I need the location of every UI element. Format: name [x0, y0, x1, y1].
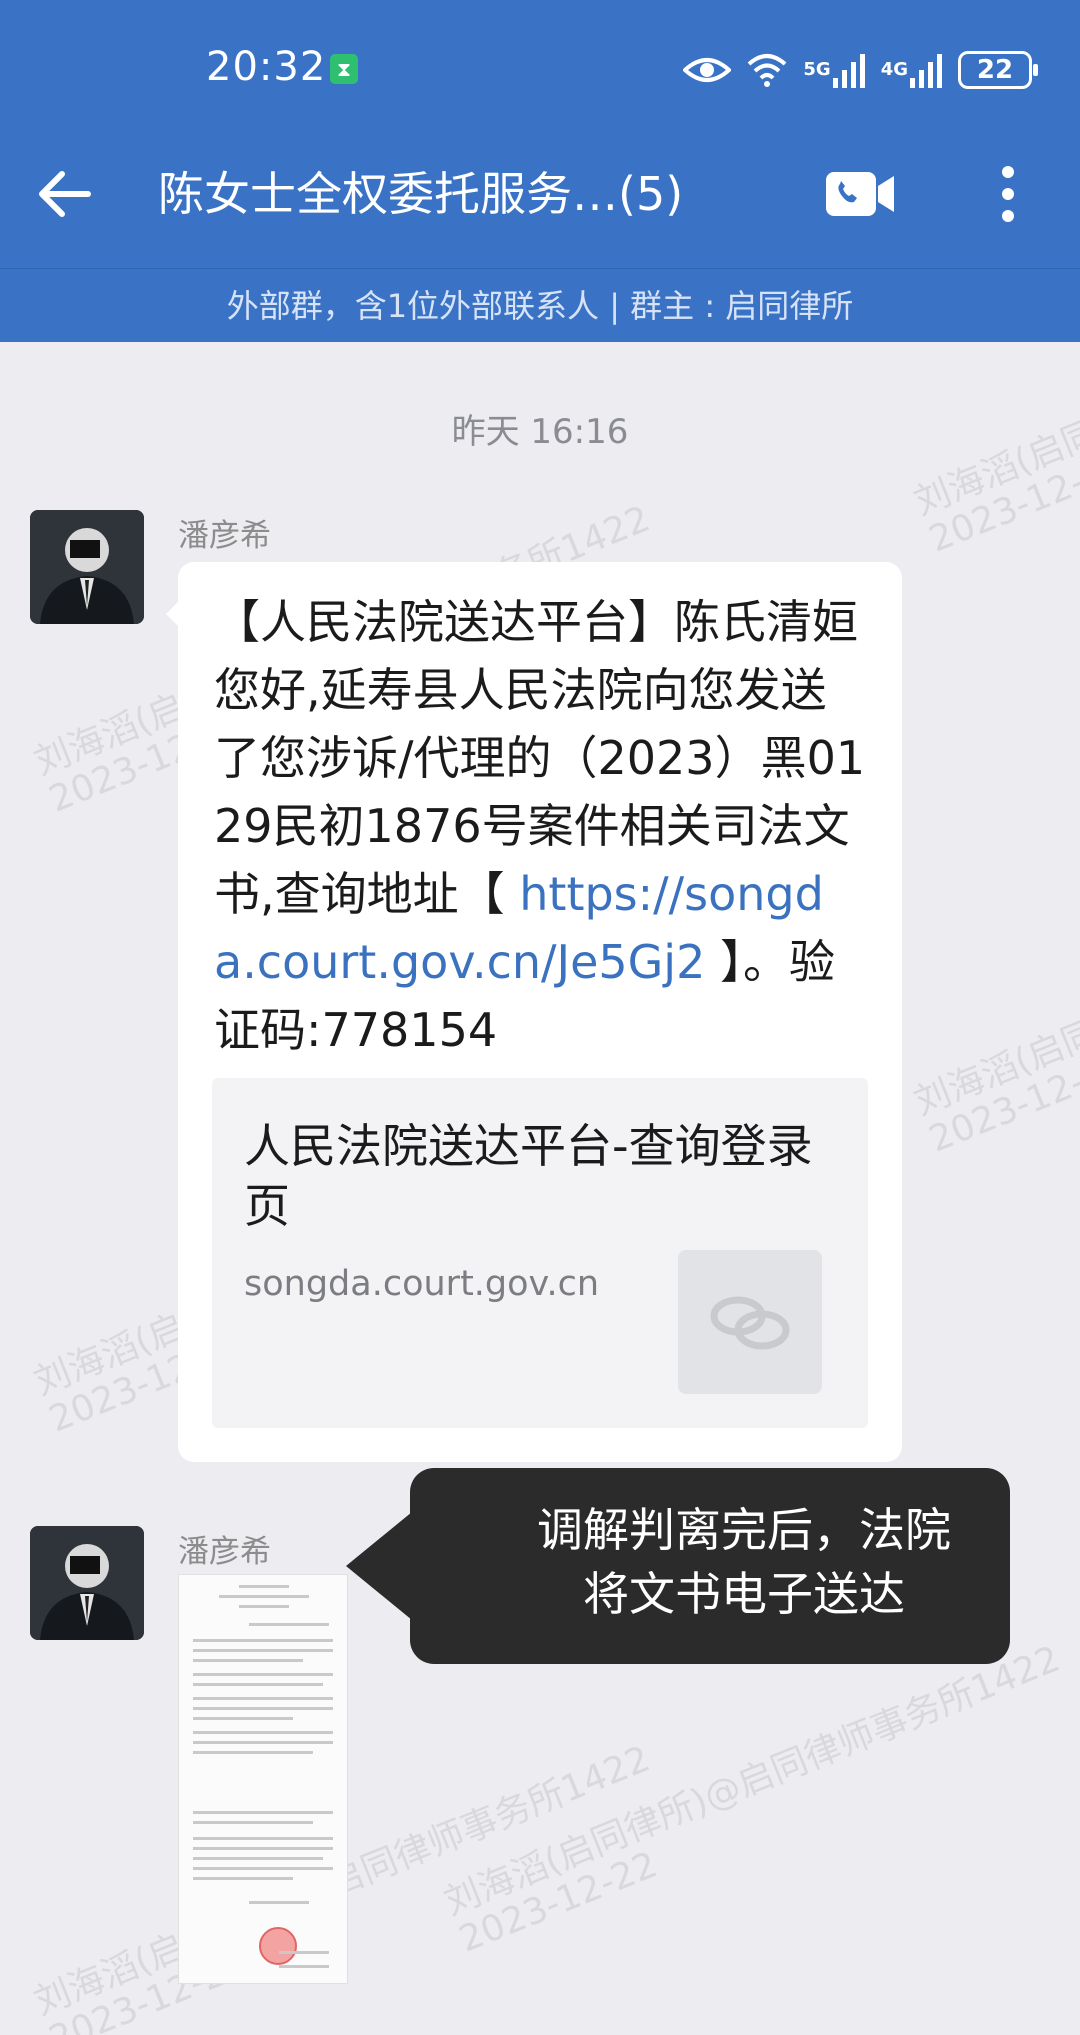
doc-line	[193, 1877, 293, 1880]
message-bubble[interactable]: 【人民法院送达平台】陈氏清姮您好,延寿县人民法院向您发送了您涉诉/代理的（202…	[166, 562, 902, 1462]
link-chain-icon	[710, 1296, 790, 1350]
avatar-image	[30, 1526, 144, 1640]
message-text: 【人民法院送达平台】陈氏清姮您好,延寿县人民法院向您发送了您涉诉/代理的（202…	[214, 595, 866, 1057]
chat-screen: 20:32 ⧗ 5G 4G 22 陈女士全权委托服务…(5) 外部群，含1位外部…	[0, 0, 1080, 2035]
header: 20:32 ⧗ 5G 4G 22 陈女士全权委托服务…(5)	[0, 0, 1080, 268]
doc-line	[249, 1623, 329, 1626]
chat-title[interactable]: 陈女士全权委托服务…(5)	[158, 162, 683, 226]
doc-line	[193, 1639, 333, 1642]
doc-line	[193, 1717, 293, 1720]
sender-name: 潘彦希	[178, 1534, 271, 1570]
more-vertical-icon	[1002, 166, 1014, 222]
doc-line	[193, 1867, 333, 1870]
doc-line	[249, 1901, 309, 1904]
doc-line	[279, 1965, 329, 1968]
doc-line	[239, 1585, 289, 1588]
group-info-bar[interactable]: 外部群，含1位外部联系人 | 群主 : 启同律所	[0, 268, 1080, 342]
status-time: 20:32	[206, 44, 327, 90]
signal-5g-icon: 5G	[803, 52, 866, 88]
doc-line	[219, 1595, 309, 1598]
watermark: 刘海滔(启同律所)@启同律师事务所14222023-12-22	[29, 1738, 656, 2035]
more-options-button[interactable]	[990, 162, 1026, 226]
link-card-thumbnail	[678, 1250, 822, 1394]
doc-line	[193, 1683, 323, 1686]
doc-line	[193, 1731, 333, 1734]
doc-line	[193, 1659, 303, 1662]
video-call-icon	[826, 172, 894, 216]
doc-line	[239, 1605, 289, 1608]
video-call-button[interactable]	[824, 168, 896, 220]
status-bar: 20:32 ⧗ 5G 4G 22	[0, 0, 1080, 140]
doc-line	[193, 1741, 333, 1744]
doc-line	[193, 1649, 333, 1652]
link-preview-card[interactable]: 人民法院送达平台-查询登录页 songda.court.gov.cn	[212, 1078, 868, 1428]
signal-4g-label: 4G	[880, 59, 908, 80]
avatar[interactable]	[30, 1526, 144, 1640]
eye-icon	[683, 54, 732, 86]
battery-icon: 22	[958, 51, 1038, 89]
doc-line	[193, 1811, 333, 1814]
doc-line	[193, 1821, 313, 1824]
doc-line	[193, 1707, 333, 1710]
back-button[interactable]	[34, 162, 98, 226]
doc-line	[193, 1857, 323, 1860]
document-image-message[interactable]	[178, 1574, 348, 1984]
avatar[interactable]	[30, 510, 144, 624]
doc-line	[279, 1951, 329, 1954]
status-icons: 5G 4G 22	[683, 46, 1038, 94]
link-card-domain: songda.court.gov.cn	[244, 1264, 600, 1304]
doc-line	[193, 1847, 333, 1850]
watermark: 刘海滔(启同律所)@启同律师事务所14222023-12-22	[438, 1638, 1066, 1961]
wifi-icon	[745, 52, 789, 88]
annotation-text: 调解判离完后，法院将文书电子送达	[537, 1503, 951, 1621]
sender-name: 潘彦希	[178, 518, 271, 554]
link-card-title: 人民法院送达平台-查询登录页	[244, 1119, 813, 1233]
back-arrow-icon	[39, 171, 91, 217]
doc-line	[193, 1751, 313, 1754]
doc-line	[193, 1697, 333, 1700]
nav-bar: 陈女士全权委托服务…(5)	[0, 140, 1080, 268]
signal-5g-label: 5G	[803, 59, 831, 80]
court-seal-icon	[259, 1927, 297, 1965]
hourglass-icon: ⧗	[330, 54, 358, 84]
annotation-callout: 调解判离完后，法院将文书电子送达	[346, 1468, 1010, 1664]
watermark: 刘海滔(启同律所)@启同律师事务所14222023-12-22	[908, 838, 1080, 1161]
signal-4g-icon: 4G	[881, 52, 944, 88]
message-timestamp: 昨天 16:16	[451, 412, 629, 452]
avatar-image	[30, 510, 144, 624]
doc-line	[193, 1673, 333, 1676]
doc-line	[193, 1837, 333, 1840]
